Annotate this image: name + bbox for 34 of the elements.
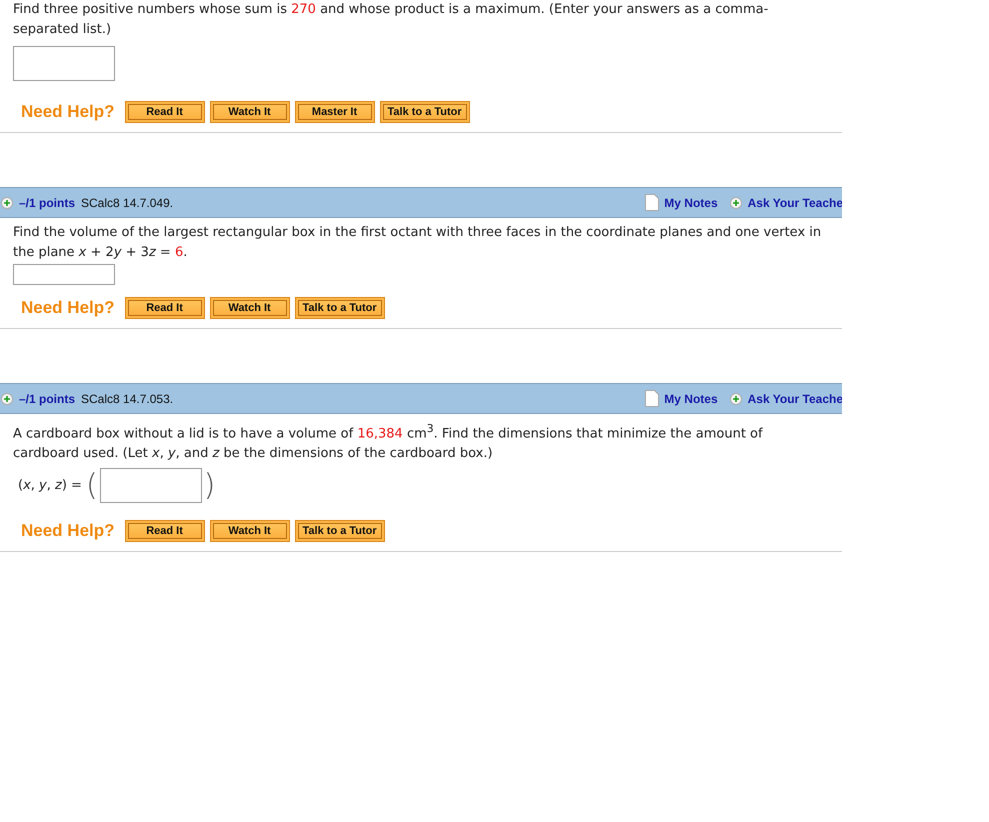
note-icon xyxy=(645,390,660,407)
plus-icon[interactable] xyxy=(730,392,742,404)
answer-field[interactable] xyxy=(13,46,115,81)
answer-field[interactable] xyxy=(13,264,115,285)
help-button[interactable]: Master It xyxy=(294,101,375,123)
tuple-label: (x, y, z) = xyxy=(18,478,82,494)
help-button[interactable]: Talk to a Tutor xyxy=(294,297,385,319)
question-text: Find the volume of the largest rectangular box in the first octant with three faces in the coordinate planes and one vertex in the plane x + 2y + 3z = 6. xyxy=(13,224,822,262)
help-button[interactable]: Read It xyxy=(124,297,205,319)
help-button[interactable]: Watch It xyxy=(210,297,290,319)
answer-field[interactable] xyxy=(100,468,202,504)
close-paren: ) xyxy=(204,468,216,503)
help-button[interactable]: Watch It xyxy=(210,520,290,542)
question-text: Find three positive numbers whose sum is 270 and whose product is a maximum. (Enter your answers as a comma-separated list.) xyxy=(13,1,770,39)
points-label: –/1 points xyxy=(19,196,76,210)
problem-code: SCalc8 14.7.053. xyxy=(81,392,174,406)
problem-code: SCalc8 14.7.049. xyxy=(81,196,174,210)
question-text: A cardboard box without a lid is to have a volume of 16,384 cm$^{3}$. Find the dimensions that minimize the amount of cardboard used. (Let x, y, and z be the dimensions of the cardboard box.) xyxy=(13,421,764,464)
open-paren: ( xyxy=(86,468,98,503)
help-button[interactable]: Read It xyxy=(124,101,205,123)
help-button[interactable]: Talk to a Tutor xyxy=(380,101,470,123)
my-notes-link[interactable]: My Notes xyxy=(664,196,718,210)
plus-icon[interactable] xyxy=(730,196,742,208)
help-button[interactable]: Talk to a Tutor xyxy=(294,520,385,542)
need-help-label: Need Help? xyxy=(21,102,115,122)
plus-icon[interactable] xyxy=(1,196,13,208)
my-notes-link[interactable]: My Notes xyxy=(664,392,718,406)
need-help-label: Need Help? xyxy=(21,521,115,542)
need-help-label: Need Help? xyxy=(21,298,115,318)
points-label: –/1 points xyxy=(19,392,76,406)
help-button[interactable]: Read It xyxy=(124,520,205,542)
plus-icon[interactable] xyxy=(1,392,13,404)
help-button[interactable]: Watch It xyxy=(210,101,290,123)
note-icon xyxy=(645,194,660,211)
